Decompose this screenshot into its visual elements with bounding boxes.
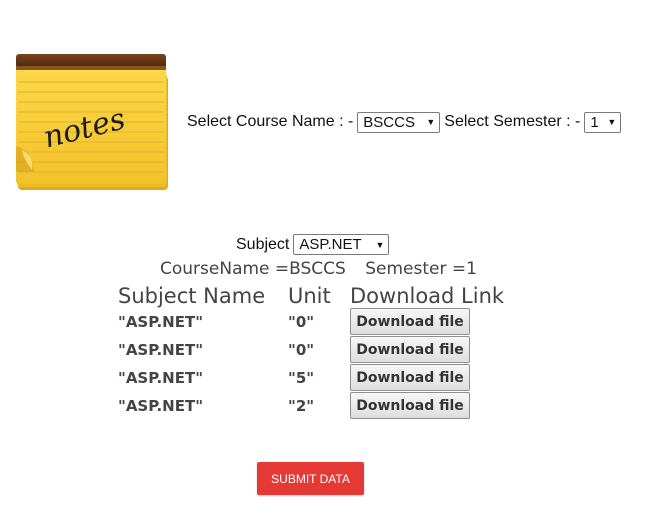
table-row: "ASP.NET" "5" Download file (118, 364, 478, 391)
subject-value: ASP.NET (299, 236, 362, 253)
subject-cell: "ASP.NET" (118, 397, 204, 415)
subject-label: Subject (236, 235, 290, 253)
header-unit: Unit (288, 284, 331, 308)
subject-cell: "ASP.NET" (118, 369, 204, 387)
notes-logo: notes (14, 54, 170, 192)
chevron-down-icon: ▼ (375, 239, 385, 250)
subject-cell: "ASP.NET" (118, 341, 204, 359)
subject-row: Subject ASP.NET ▼ (236, 234, 390, 255)
chevron-down-icon: ▼ (426, 117, 436, 127)
course-name-value: BSCCS (363, 113, 415, 131)
submit-data-button[interactable]: SUBMIT DATA (257, 462, 364, 495)
chevron-down-icon: ▼ (607, 117, 617, 127)
unit-cell: "0" (288, 313, 315, 331)
notepad-icon: notes (16, 54, 168, 190)
unit-cell: "5" (288, 369, 315, 387)
table-row: "ASP.NET" "0" Download file (118, 336, 478, 363)
course-name-select[interactable]: BSCCS ▼ (357, 111, 441, 133)
semester-info: Semester =1 (365, 259, 477, 279)
table-row: "ASP.NET" "2" Download file (118, 392, 478, 419)
course-name-label: Select Course Name : - (187, 113, 354, 130)
semester-label: Select Semester : - (444, 113, 581, 130)
table-row: "ASP.NET" "0" Download file (118, 308, 478, 335)
subject-cell: "ASP.NET" (118, 313, 204, 331)
selection-info: CourseName =BSCCS Semester =1 (160, 259, 477, 279)
unit-cell: "2" (288, 397, 315, 415)
unit-cell: "0" (288, 341, 315, 359)
subject-select[interactable]: ASP.NET ▼ (293, 234, 390, 255)
semester-value: 1 (590, 113, 599, 131)
header-subject-name: Subject Name (118, 284, 266, 308)
semester-select[interactable]: 1 ▼ (584, 111, 622, 133)
download-file-button[interactable]: Download file (350, 392, 470, 419)
filter-row: Select Course Name : - BSCCS ▼ Select Se… (187, 111, 622, 133)
download-file-button[interactable]: Download file (350, 308, 470, 335)
download-file-button[interactable]: Download file (350, 336, 470, 363)
download-file-button[interactable]: Download file (350, 364, 470, 391)
header-download-link: Download Link (350, 284, 505, 308)
course-info: CourseName =BSCCS (160, 259, 346, 279)
